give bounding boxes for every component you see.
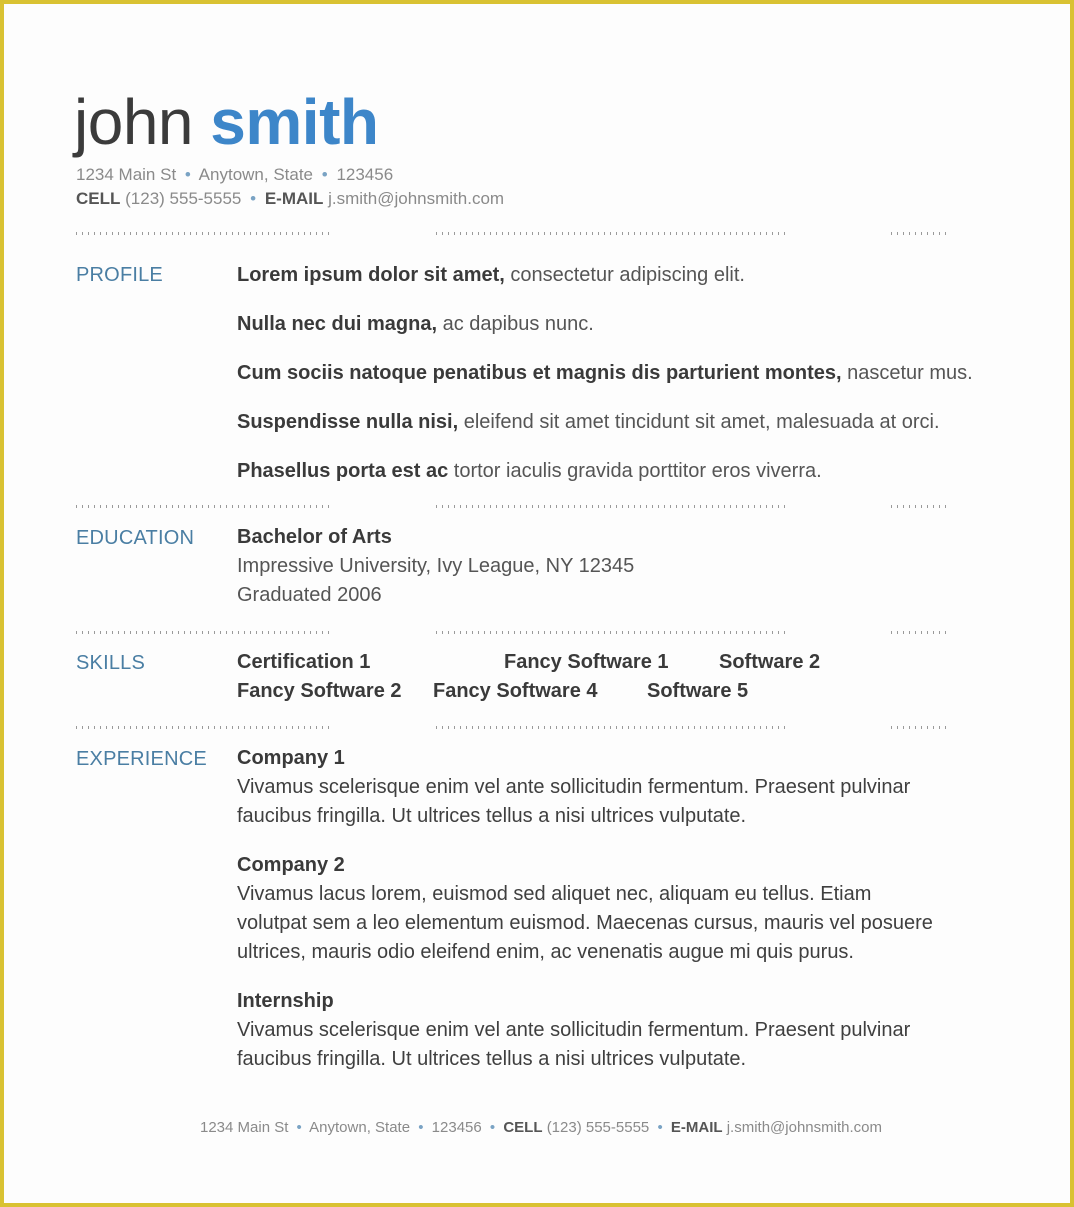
cell-label: CELL — [76, 189, 121, 208]
street-address: 1234 Main St — [199, 1119, 289, 1136]
experience-entry: Internship Vivamus scelerisque enim vel … — [237, 987, 1017, 1074]
school: Impressive University, Ivy League, NY 12… — [237, 555, 635, 577]
address-line: 1234 Main St • Anytown, State • 123456 — [76, 165, 393, 185]
dotted-divider — [4, 726, 1074, 730]
section-label-education: EDUCATION — [76, 527, 195, 549]
bullet-separator: • — [321, 165, 328, 184]
section-label-experience: EXPERIENCE — [76, 748, 207, 770]
skill-item: Fancy Software 1 — [504, 651, 669, 673]
section-label-profile: PROFILE — [76, 264, 163, 286]
dotted-divider — [4, 505, 1074, 509]
experience-entry: Company 2 Vivamus lacus lorem, euismod s… — [237, 851, 1017, 967]
footer-contact: 1234 Main St • Anytown, State • 123456 •… — [4, 1119, 1074, 1136]
email-address[interactable]: j.smith@johnsmith.com — [727, 1119, 882, 1136]
street-address: 1234 Main St — [76, 165, 177, 184]
bullet-separator: • — [418, 1119, 424, 1136]
profile-item: Phasellus porta est ac tortor iaculis gr… — [237, 460, 822, 482]
section-label-skills: SKILLS — [76, 652, 146, 674]
candidate-name: john smith — [74, 82, 379, 162]
profile-item: Nulla nec dui magna, ac dapibus nunc. — [237, 313, 594, 335]
zip-code: 123456 — [431, 1119, 482, 1136]
description-line: ultrices, mauris odio eleifend enim, ac … — [237, 941, 854, 963]
profile-item: Cum sociis natoque penatibus et magnis d… — [237, 362, 973, 384]
graduation-year: Graduated 2006 — [237, 584, 382, 606]
profile-item: Lorem ipsum dolor sit amet, consectetur … — [237, 264, 745, 286]
cell-number: (123) 555-5555 — [125, 189, 242, 208]
education-entry: Bachelor of Arts Impressive University, … — [237, 523, 634, 610]
skill-item: Software 2 — [719, 651, 821, 673]
description-line: faucibus fringilla. Ut ultrices tellus a… — [237, 805, 747, 827]
resume-page: john smith 1234 Main St • Anytown, State… — [0, 0, 1074, 1207]
description-line: faucibus fringilla. Ut ultrices tellus a… — [237, 1048, 747, 1070]
cell-label: CELL — [503, 1119, 543, 1136]
bullet-separator: • — [250, 189, 257, 208]
contact-line: CELL (123) 555-5555 • E-MAIL j.smith@joh… — [76, 189, 504, 209]
description-line: Vivamus scelerisque enim vel ante sollic… — [237, 776, 911, 798]
dotted-divider — [4, 631, 1074, 635]
city-state: Anytown, State — [198, 165, 314, 184]
skill-item: Certification 1 — [237, 651, 371, 673]
last-name: smith — [210, 86, 379, 158]
email-address[interactable]: j.smith@johnsmith.com — [328, 189, 504, 208]
description-line: volutpat sem a leo elementum euismod. Ma… — [237, 912, 933, 934]
skill-item: Fancy Software 2 — [237, 680, 402, 702]
zip-code: 123456 — [336, 165, 394, 184]
profile-item: Suspendisse nulla nisi, eleifend sit ame… — [237, 411, 940, 433]
first-name: john — [74, 86, 194, 158]
company-name: Internship — [237, 990, 334, 1012]
description-line: Vivamus scelerisque enim vel ante sollic… — [237, 1019, 911, 1041]
email-label: E-MAIL — [264, 189, 324, 208]
experience-entry: Company 1 Vivamus scelerisque enim vel a… — [237, 744, 1017, 831]
company-name: Company 1 — [237, 747, 345, 769]
email-label: E-MAIL — [670, 1119, 723, 1136]
description-line: Vivamus lacus lorem, euismod sed aliquet… — [237, 883, 872, 905]
city-state: Anytown, State — [309, 1119, 411, 1136]
bullet-separator: • — [657, 1119, 663, 1136]
dotted-divider — [4, 232, 1074, 236]
company-name: Company 2 — [237, 854, 345, 876]
skill-item: Fancy Software 4 — [433, 680, 598, 702]
bullet-separator: • — [184, 165, 191, 184]
cell-number: (123) 555-5555 — [546, 1119, 650, 1136]
bullet-separator: • — [296, 1119, 302, 1136]
bullet-separator: • — [489, 1119, 496, 1136]
degree: Bachelor of Arts — [237, 526, 392, 548]
skill-item: Software 5 — [647, 680, 749, 702]
